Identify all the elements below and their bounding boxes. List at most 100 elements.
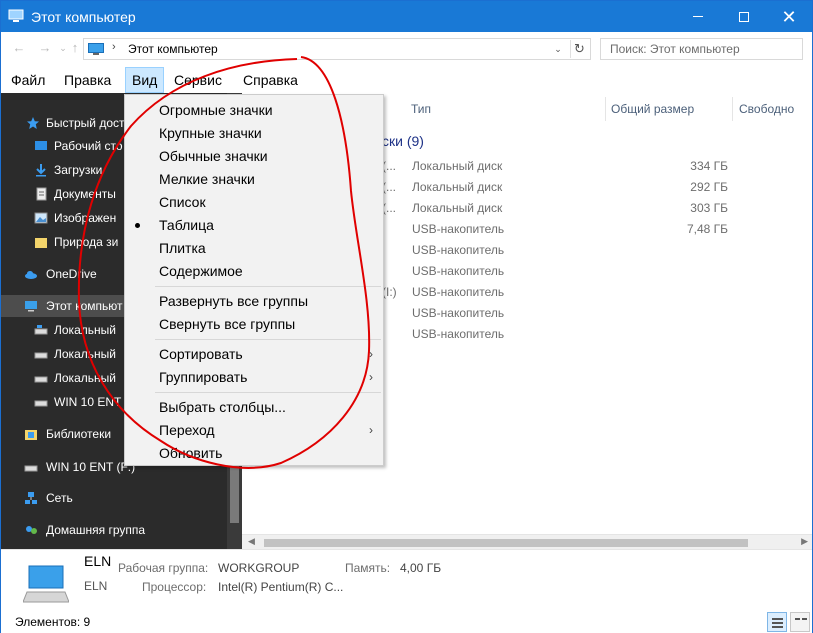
submenu-arrow-icon: › [369,347,373,361]
menu-item-refresh[interactable]: Обновить [125,442,383,465]
row-type: Локальный диск [412,201,503,215]
nav-item-label: Локальный [54,347,116,361]
search-input[interactable]: Поиск: Этот компьютер [600,38,803,60]
submenu-arrow-icon: › [369,370,373,384]
breadcrumb-path[interactable]: Этот компьютер [128,42,218,56]
menu-item-small-icons[interactable]: Мелкие значки [125,168,383,191]
menu-item-label: Плитка [159,240,206,256]
menu-item-choose-columns[interactable]: Выбрать столбцы... [125,396,383,419]
menu-item-label: Свернуть все группы [159,316,296,332]
minimize-button[interactable] [675,1,721,32]
table-row[interactable]: (... Локальный диск 292 ГБ [382,177,802,198]
window-title: Этот компьютер [31,9,136,25]
menu-item-content[interactable]: Содержимое [125,260,383,283]
menu-view[interactable]: Вид [125,67,165,93]
menu-item-sort-by[interactable]: Сортировать › [125,343,383,366]
table-row[interactable]: USB-накопитель [382,261,802,282]
menu-item-medium-icons[interactable]: Обычные значки [125,145,383,168]
nav-item-network[interactable]: Сеть [1,487,227,509]
usb-drive-icon [34,400,48,407]
table-row[interactable]: (... Локальный диск 334 ГБ [382,156,802,177]
disk-icon [34,325,48,335]
folder-icon [35,238,47,248]
nav-item-label: Локальный [54,371,116,385]
menu-item-label: Выбрать столбцы... [159,399,286,415]
close-button[interactable]: ✕ [766,1,812,32]
horizontal-scrollbar-thumb[interactable] [264,539,748,547]
row-type: USB-накопитель [412,327,505,341]
menu-bar: Файл Правка Вид Сервис Справка [1,67,812,93]
up-arrow-icon: ↑ [71,40,79,55]
menu-item-collapse-all-groups[interactable]: Свернуть все группы [125,313,383,336]
back-button[interactable]: ← [11,40,27,56]
menu-item-label: Сортировать [159,346,243,362]
usb-drive-icon [24,465,38,472]
column-divider[interactable] [605,97,606,121]
menu-edit[interactable]: Правка [58,67,117,93]
column-header-type[interactable]: Тип [411,99,431,119]
nav-item-label: Быстрый дост [46,116,125,130]
download-icon [36,164,46,177]
nav-item-label: Документы [54,187,116,201]
menu-tools[interactable]: Сервис [168,67,228,93]
column-divider[interactable] [732,97,733,121]
menu-item-label: Содержимое [159,263,243,279]
menu-item-label: Крупные значки [159,125,262,141]
menu-item-details[interactable]: Таблица [125,214,383,237]
onedrive-icon [25,271,37,279]
computer-large-icon [23,565,69,603]
menu-item-large-icons[interactable]: Крупные значки [125,122,383,145]
horizontal-scrollbar[interactable]: ◀ ▶ [242,534,812,549]
nav-item-label: Сеть [46,491,73,505]
maximize-icon [739,11,749,22]
nav-scrollbar-thumb[interactable] [230,463,239,523]
scroll-left-icon[interactable]: ◀ [248,536,255,547]
row-name-fragment: (I:) [382,285,397,299]
refresh-icon[interactable]: ↻ [570,40,588,58]
memory-value: 4,00 ГБ [400,561,442,575]
table-row[interactable]: (... Локальный диск 303 ГБ [382,198,802,219]
nav-item-label: Загрузки [54,163,103,177]
menu-item-tiles[interactable]: Плитка [125,237,383,260]
table-row[interactable]: (I:) USB-накопитель [382,282,802,303]
homegroup-icon [26,526,37,534]
network-icon [25,492,37,504]
table-row[interactable]: USB-накопитель [382,240,802,261]
menu-item-list[interactable]: Список [125,191,383,214]
table-row[interactable]: USB-накопитель 7,48 ГБ [382,219,802,240]
computer-name-secondary: ELN [84,579,108,593]
table-row[interactable]: USB-накопитель [382,324,802,345]
column-header-free[interactable]: Свободно [739,99,794,119]
disk-icon [34,376,48,383]
menu-item-label: Группировать [159,369,248,385]
details-view-button[interactable] [767,612,787,632]
scroll-right-icon[interactable]: ▶ [801,536,808,547]
menu-item-go-to[interactable]: Переход › [125,419,383,442]
nav-item-label: Локальный [54,323,116,337]
item-count: Элементов: 9 [15,615,91,629]
menu-help[interactable]: Справка [237,67,304,93]
menu-item-expand-all-groups[interactable]: Развернуть все группы [125,290,383,313]
address-dropdown-icon[interactable]: ⌄ [550,40,566,58]
row-name-fragment: (... [382,180,396,194]
menu-file[interactable]: Файл [5,67,51,93]
table-row[interactable]: USB-накопитель [382,303,802,324]
processor-label: Процессор: [142,580,207,594]
forward-button[interactable]: → [37,40,53,56]
nav-item-label: Природа зи [54,235,119,249]
large-icons-view-button[interactable] [790,612,810,632]
menu-item-extra-large-icons[interactable]: Огромные значки [125,99,383,122]
computer-icon [88,43,104,55]
row-type: USB-накопитель [412,306,505,320]
row-type: USB-накопитель [412,264,505,278]
nav-item-homegroup[interactable]: Домашняя группа [1,519,227,541]
group-header[interactable]: ски (9) [382,133,424,149]
menu-item-group-by[interactable]: Группировать › [125,366,383,389]
address-row: ← → ⌄ ↑ › Этот компьютер ⌄ ↻ Поиск: Этот… [1,32,812,65]
nav-item-label: Этот компьют [46,299,123,313]
menu-separator [155,339,381,340]
up-button[interactable]: ↑ [67,40,83,56]
maximize-button[interactable] [721,1,767,32]
address-bar[interactable]: › Этот компьютер ⌄ ↻ [83,38,591,60]
column-header-total-size[interactable]: Общий размер [611,99,694,119]
